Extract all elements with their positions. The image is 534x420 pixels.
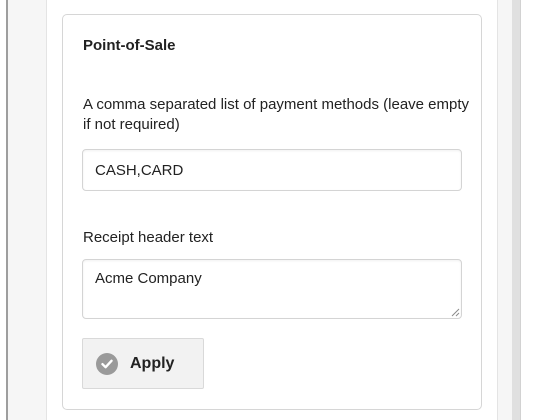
right-edge [520, 0, 534, 420]
payment-methods-label: A comma separated list of payment method… [83, 96, 470, 133]
resize-grip-icon[interactable] [450, 307, 460, 317]
payment-methods-input[interactable] [82, 149, 462, 191]
right-gutter [512, 0, 520, 420]
receipt-header-label: Receipt header text [83, 229, 214, 246]
receipt-header-textarea[interactable]: Acme Company [82, 259, 462, 319]
apply-button[interactable]: Apply [82, 338, 204, 389]
check-circle-icon [96, 352, 118, 375]
apply-label: Apply [130, 354, 175, 372]
section-title: Point-of-Sale [83, 37, 176, 54]
screen: Point-of-Sale A comma separated list of … [0, 0, 534, 420]
